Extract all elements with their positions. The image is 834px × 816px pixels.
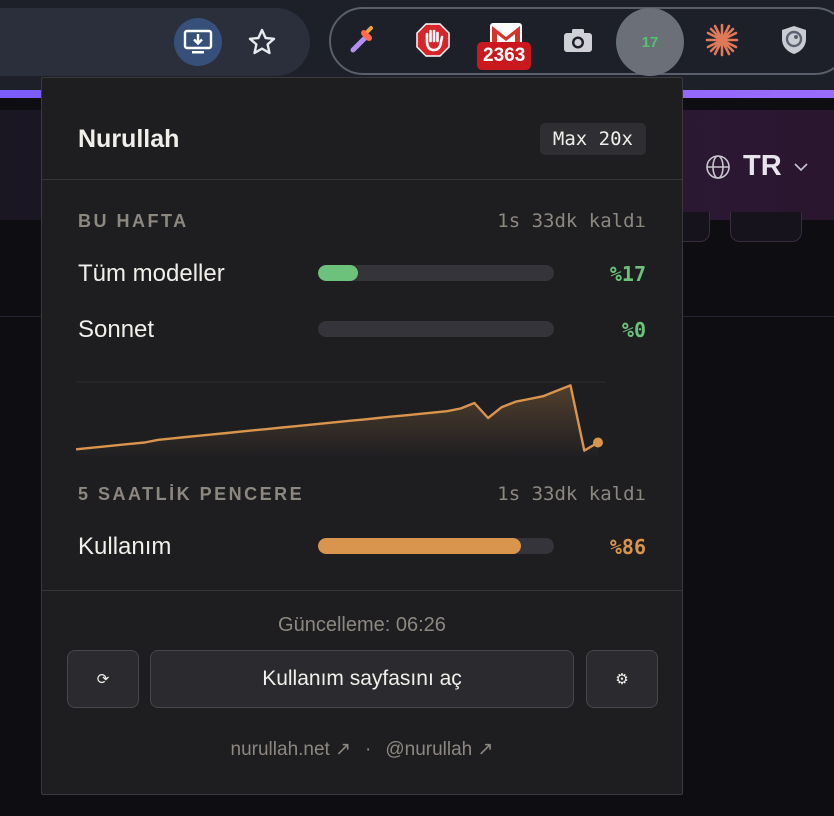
window-remaining: 1s 33dk kaldı bbox=[497, 483, 646, 505]
gmail-unread-badge: 2363 bbox=[477, 42, 532, 70]
meter-track-usage bbox=[318, 538, 554, 554]
adblock-extension[interactable] bbox=[411, 18, 455, 62]
color-picker-extension[interactable] bbox=[340, 18, 384, 62]
sunburst-icon bbox=[705, 23, 739, 57]
popup-footer-divider bbox=[42, 590, 682, 591]
meter-fill-all-models bbox=[318, 265, 359, 281]
window-section-label: 5 SAATLİK PENCERE bbox=[78, 484, 305, 504]
footer-links: nurullah.net ↗ · @nurullah ↗ bbox=[42, 738, 682, 761]
meter-track-sonnet bbox=[318, 321, 554, 337]
settings-button[interactable]: ⚙ bbox=[586, 650, 658, 708]
link-separator: · bbox=[365, 738, 372, 760]
meter-percent-sonnet: %0 bbox=[621, 318, 646, 342]
install-app-icon bbox=[183, 29, 213, 54]
website-link[interactable]: nurullah.net ↗ bbox=[231, 738, 352, 761]
stop-hand-icon bbox=[416, 23, 450, 57]
user-name: Nurullah bbox=[78, 125, 180, 153]
meter-percent-usage: %86 bbox=[609, 535, 646, 559]
shield-icon bbox=[782, 26, 806, 54]
meter-label-all-models: Tüm modeller bbox=[78, 260, 225, 287]
gear-icon: ⚙ bbox=[615, 671, 629, 688]
usage-sparkline bbox=[76, 381, 606, 458]
weekly-remaining: 1s 33dk kaldı bbox=[497, 210, 646, 232]
usage-extension-button[interactable]: 17 bbox=[616, 8, 684, 76]
refresh-icon: ⟳ bbox=[96, 671, 110, 688]
plan-badge: Max 20x bbox=[539, 123, 646, 155]
claude-extension[interactable] bbox=[700, 18, 744, 62]
install-app-button[interactable] bbox=[174, 18, 222, 66]
screenshot-extension[interactable] bbox=[556, 18, 600, 62]
language-code: TR bbox=[743, 150, 782, 182]
usage-popup: Nurullah Max 20x BU HAFTA 1s 33dk kaldı … bbox=[41, 77, 683, 795]
meter-label-usage: Kullanım bbox=[78, 533, 172, 560]
globe-icon bbox=[706, 154, 730, 179]
sparkline-end-dot bbox=[593, 437, 603, 448]
weekly-section-label: BU HAFTA bbox=[78, 211, 189, 231]
meter-label-sonnet: Sonnet bbox=[78, 316, 155, 343]
chevron-down-icon bbox=[794, 162, 808, 171]
privacy-extension[interactable] bbox=[772, 18, 816, 62]
meter-fill-usage bbox=[318, 538, 521, 554]
meter-percent-all-models: %17 bbox=[609, 262, 646, 286]
bookmark-star-button[interactable] bbox=[238, 18, 286, 66]
nav-pill[interactable] bbox=[730, 212, 802, 242]
refresh-button[interactable]: ⟳ bbox=[67, 650, 139, 708]
last-updated: Güncelleme: 06:26 bbox=[278, 614, 446, 636]
camera-icon bbox=[564, 29, 592, 52]
dropper-icon bbox=[350, 26, 373, 53]
popup-header: Nurullah Max 20x bbox=[42, 78, 682, 180]
open-usage-page-button[interactable]: Kullanım sayfasını aç bbox=[150, 650, 574, 708]
handle-link[interactable]: @nurullah ↗ bbox=[385, 738, 493, 761]
language-switcher[interactable]: TR bbox=[705, 150, 808, 183]
star-icon bbox=[248, 28, 276, 55]
meter-track-all-models bbox=[318, 265, 554, 281]
